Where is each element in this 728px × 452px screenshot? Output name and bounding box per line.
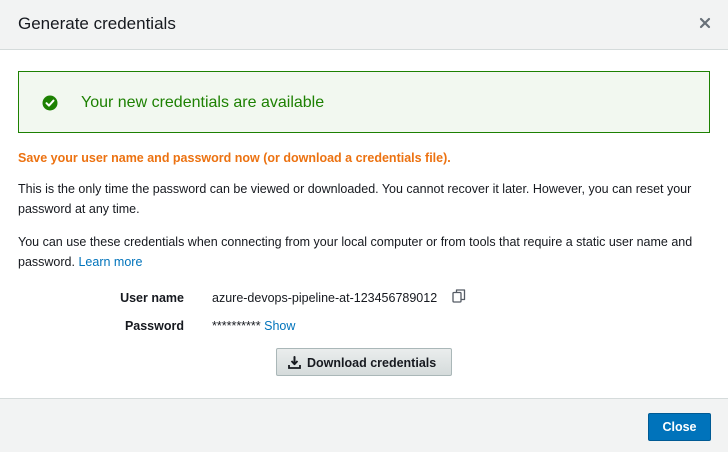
dialog-footer: Close <box>0 398 728 452</box>
learn-more-link[interactable]: Learn more <box>78 255 142 269</box>
copy-icon[interactable] <box>451 288 467 304</box>
info-paragraph-usage: You can use these credentials when conne… <box>18 232 712 272</box>
save-warning: Save your user name and password now (or… <box>18 151 451 165</box>
username-value: azure-devops-pipeline-at-123456789012 <box>212 291 438 305</box>
password-masked-value: ********** <box>212 319 261 333</box>
username-label: User name <box>120 291 184 305</box>
success-alert: Your new credentials are available <box>18 71 710 133</box>
download-icon <box>288 356 301 369</box>
close-icon[interactable] <box>696 14 714 32</box>
info-paragraph-recover: This is the only time the password can b… <box>18 182 692 216</box>
download-credentials-button[interactable]: Download credentials <box>276 348 452 376</box>
dialog-title: Generate credentials <box>18 14 176 33</box>
check-circle-icon <box>42 95 58 111</box>
password-row: ********** Show <box>212 318 295 334</box>
show-password-link[interactable]: Show <box>264 319 295 333</box>
generate-credentials-dialog: Generate credentials Your new credential… <box>0 0 728 452</box>
download-button-label: Download credentials <box>307 356 437 370</box>
password-label: Password <box>124 319 184 333</box>
alert-message: Your new credentials are available <box>81 94 325 111</box>
close-button[interactable]: Close <box>648 413 711 441</box>
dialog-header: Generate credentials <box>0 0 728 50</box>
